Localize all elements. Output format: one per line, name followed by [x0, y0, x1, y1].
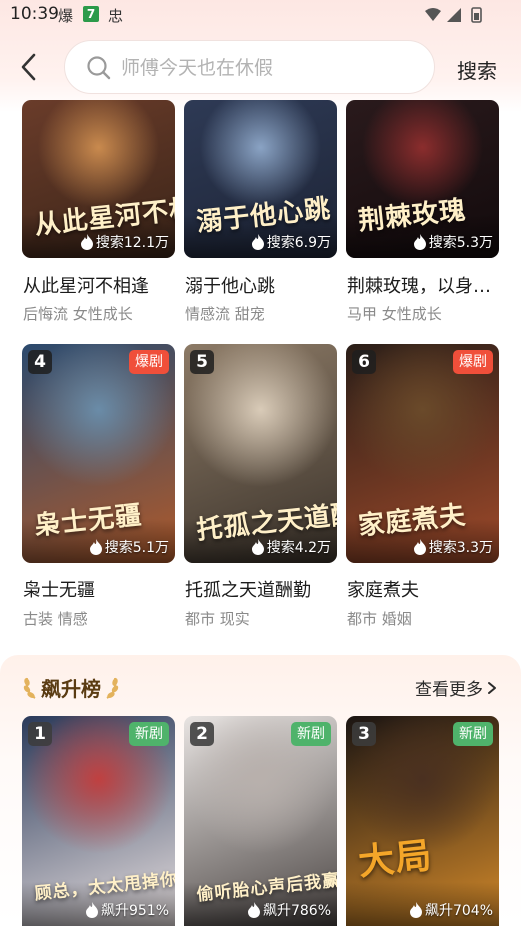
rank-badge: 1 [28, 722, 52, 746]
drama-tags: 马甲 女性成长 [347, 305, 442, 323]
flame-icon [251, 234, 264, 250]
rise-percent-text: 飙升704% [424, 903, 493, 919]
rank-badge: 2 [190, 722, 214, 746]
system-status-icons [425, 7, 482, 23]
search-icon [87, 56, 111, 80]
drama-poster[interactable]: 4 爆剧 枭士无疆 搜索5.1万 [22, 344, 175, 563]
search-count: 搜索12.1万 [80, 232, 169, 252]
flame-icon [409, 902, 422, 918]
chevron-left-icon [21, 53, 36, 81]
search-count: 搜索3.3万 [413, 537, 493, 557]
chevron-right-icon [488, 681, 496, 694]
status-bar: 10:39 爆 7 忠 [0, 0, 521, 30]
new-badge: 新剧 [453, 722, 493, 746]
rise-percent: 飙升951% [85, 900, 169, 920]
drama-tags: 都市 现实 [185, 610, 250, 628]
back-button[interactable] [14, 50, 44, 84]
rank-badge: 5 [190, 350, 214, 374]
drama-title[interactable]: 托孤之天道酬勤 [185, 576, 338, 602]
poster-title: 大局 [356, 834, 435, 884]
section-header: 飙升榜 [22, 672, 120, 702]
rise-percent-text: 飙升786% [262, 903, 331, 919]
search-count-text: 搜索3.3万 [428, 540, 493, 556]
drama-poster[interactable]: 5 托孤之天道酬勤 搜索4.2万 [184, 344, 337, 563]
search-count-text: 搜索4.2万 [266, 540, 331, 556]
search-count-text: 搜索6.9万 [266, 235, 331, 251]
hot-badge: 爆剧 [129, 350, 169, 374]
see-more-link[interactable]: 查看更多 [415, 675, 497, 700]
drama-poster[interactable]: 从此星河不相逢 搜索12.1万 [22, 100, 175, 258]
drama-poster[interactable]: 6 爆剧 家庭煮夫 搜索3.3万 [346, 344, 499, 563]
notification-icon: 爆 [58, 7, 74, 25]
search-count: 搜索5.1万 [89, 537, 169, 557]
search-input[interactable] [121, 49, 421, 87]
drama-title[interactable]: 家庭煮夫 [347, 576, 500, 602]
drama-title[interactable]: 溺于他心跳 [185, 272, 338, 298]
search-count-text: 搜索5.3万 [428, 235, 493, 251]
rank-badge: 4 [28, 350, 52, 374]
flame-icon [251, 539, 264, 555]
drama-poster[interactable]: 3 新剧 大局 飙升704% [346, 716, 499, 926]
drama-title[interactable]: 荆棘玫瑰，以身入局 [347, 272, 500, 298]
search-button[interactable]: 搜索 [457, 55, 497, 84]
signal-icon [447, 8, 461, 22]
notification-icon: 忠 [108, 7, 124, 25]
status-time: 10:39 [10, 4, 59, 24]
drama-poster[interactable]: 2 新剧 偷听胎心声后我赢麻了 飙升786% [184, 716, 337, 926]
drama-tags: 都市 婚姻 [347, 610, 412, 628]
see-more-label: 查看更多 [415, 680, 483, 700]
flame-icon [247, 902, 260, 918]
rise-percent: 飙升704% [409, 900, 493, 920]
new-badge: 新剧 [291, 722, 331, 746]
flame-icon [413, 539, 426, 555]
search-count: 搜索4.2万 [251, 537, 331, 557]
laurel-left-icon [23, 677, 36, 699]
search-count-text: 搜索12.1万 [95, 235, 169, 251]
flame-icon [80, 234, 93, 250]
notification-badge-icon: 7 [83, 6, 99, 22]
drama-title[interactable]: 枭士无疆 [23, 576, 176, 602]
flame-icon [413, 234, 426, 250]
wifi-icon [425, 8, 441, 21]
drama-tags: 情感流 甜宠 [185, 305, 265, 323]
drama-tags: 古装 情感 [23, 610, 88, 628]
drama-poster[interactable]: 溺于他心跳 搜索6.9万 [184, 100, 337, 258]
hot-badge: 爆剧 [453, 350, 493, 374]
flame-icon [89, 539, 102, 555]
search-count: 搜索6.9万 [251, 232, 331, 252]
new-badge: 新剧 [129, 722, 169, 746]
drama-title[interactable]: 从此星河不相逢 [23, 272, 176, 298]
flame-icon [85, 902, 98, 918]
rise-percent-text: 飙升951% [100, 903, 169, 919]
drama-poster[interactable]: 荆棘玫瑰 搜索5.3万 [346, 100, 499, 258]
search-bar[interactable] [64, 40, 435, 94]
drama-tags: 后悔流 女性成长 [23, 305, 133, 323]
search-count-text: 搜索5.1万 [104, 540, 169, 556]
drama-poster[interactable]: 1 新剧 顾总，太太甩掉你了 飙升951% [22, 716, 175, 926]
rise-percent: 飙升786% [247, 900, 331, 920]
section-title: 飙升榜 [41, 676, 101, 701]
rank-badge: 3 [352, 722, 376, 746]
search-count: 搜索5.3万 [413, 232, 493, 252]
laurel-right-icon [106, 677, 119, 699]
rank-badge: 6 [352, 350, 376, 374]
